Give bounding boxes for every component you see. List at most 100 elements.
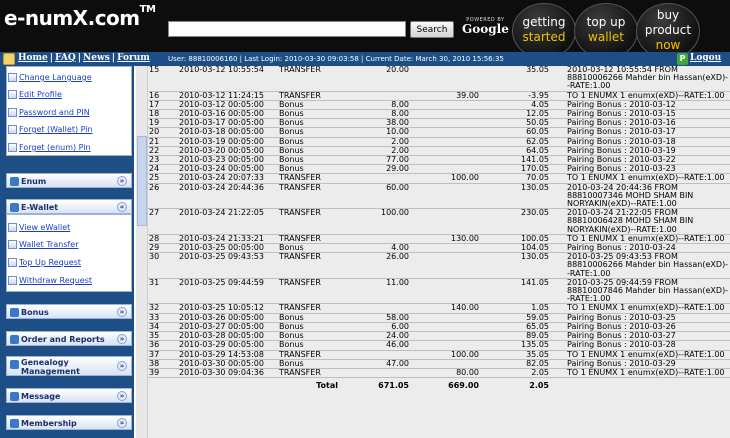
- ewallet-transactions-panel: 15 2010-03-12 10:55:54 TRANSFER 20.00 35.05 2…: [136, 66, 730, 438]
- row-debit: [348, 303, 410, 314]
- row-credit: [410, 155, 480, 166]
- row-number: 31: [148, 278, 178, 305]
- row-type: Bonus: [278, 137, 348, 147]
- buy-product-now-button[interactable]: buy product now: [636, 3, 700, 59]
- row-spacer: [550, 252, 566, 279]
- row-date: 2010-03-24 21:33:21: [178, 234, 278, 245]
- table-row: 35 2010-03-28 00:05:00 Bonus 24.00 89.05 Pair…: [148, 331, 730, 342]
- top-up-request-link[interactable]: Top Up Request: [8, 258, 82, 267]
- row-number: 27: [148, 208, 178, 235]
- row-date: 2010-03-24 00:05:00: [178, 164, 278, 175]
- chevron-down-icon[interactable]: »: [117, 307, 127, 317]
- chevron-up-icon[interactable]: «: [117, 202, 127, 212]
- row-debit: 38.00: [348, 118, 410, 129]
- row-debit: [348, 234, 410, 245]
- row-credit: [410, 208, 480, 235]
- row-balance: 4.05: [480, 100, 550, 111]
- wallet-transfer-link[interactable]: Wallet Transfer: [8, 240, 79, 249]
- site-logo[interactable]: e-numX.comTM: [4, 4, 156, 30]
- password-pin-link[interactable]: Password and PIN: [8, 108, 90, 117]
- row-debit: 24.00: [348, 331, 410, 342]
- nav-forum-link[interactable]: Forum: [117, 53, 150, 63]
- nav-faq-link[interactable]: FAQ: [55, 53, 76, 63]
- row-spacer: [550, 155, 566, 166]
- row-balance: 130.05: [480, 183, 550, 210]
- search-input[interactable]: [168, 21, 406, 37]
- row-date: 2010-03-18 00:05:00: [178, 127, 278, 138]
- row-type: Bonus: [278, 243, 348, 254]
- row-type: TRANSFER: [278, 350, 348, 360]
- row-number: 19: [148, 118, 178, 129]
- view-ewallet-link[interactable]: View eWallet: [8, 223, 70, 232]
- sidebar-section-genealogy[interactable]: Genealogy Management »: [6, 356, 132, 376]
- logout-icon[interactable]: P: [677, 53, 688, 65]
- row-credit: 39.00: [410, 91, 480, 101]
- row-description: 2010-03-25 09:43:53 FROM 88810006266 Mah…: [566, 252, 730, 279]
- google-badge: POWERED BY Google: [462, 17, 509, 35]
- section-title: Enum: [21, 177, 47, 186]
- row-spacer: [550, 164, 566, 175]
- sidebar-section-ewallet[interactable]: E-Wallet «: [6, 199, 132, 214]
- row-spacer: [550, 322, 566, 333]
- section-title: Message: [21, 392, 61, 401]
- row-date: 2010-03-30 09:04:36: [178, 368, 278, 379]
- table-row: 20 2010-03-18 00:05:00 Bonus 10.00 60.05 Pair…: [148, 127, 730, 138]
- row-spacer: [550, 109, 566, 120]
- row-balance: 135.05: [480, 340, 550, 351]
- row-type: Bonus: [278, 146, 348, 157]
- chevron-down-icon[interactable]: »: [117, 334, 127, 344]
- row-type: Bonus: [278, 313, 348, 323]
- edit-profile-link[interactable]: Edit Profile: [8, 90, 62, 99]
- row-spacer: [550, 91, 566, 101]
- row-credit: [410, 109, 480, 120]
- row-number: 20: [148, 127, 178, 138]
- row-credit: 100.00: [410, 173, 480, 184]
- top-up-wallet-button[interactable]: top up wallet: [574, 3, 638, 59]
- row-date: 2010-03-19 00:05:00: [178, 137, 278, 147]
- row-credit: [410, 183, 480, 210]
- row-credit: [410, 127, 480, 138]
- row-spacer: [550, 183, 566, 210]
- forget-wallet-pin-link[interactable]: Forget (Wallet) Pin: [8, 125, 93, 134]
- scrollbar-thumb[interactable]: [137, 136, 147, 226]
- sidebar-section-enum[interactable]: Enum »: [6, 173, 132, 188]
- nav-separator: |: [49, 53, 54, 63]
- row-balance: 130.05: [480, 252, 550, 279]
- total-spacer: [550, 377, 566, 392]
- row-credit: [410, 313, 480, 323]
- row-description: Pairing Bonus : 2010-03-27: [566, 331, 730, 342]
- row-balance: 104.05: [480, 243, 550, 254]
- link-label: Top Up Request: [19, 258, 82, 267]
- row-date: 2010-03-25 09:44:59: [178, 278, 278, 305]
- row-credit: [410, 340, 480, 351]
- nav-separator: |: [77, 53, 82, 63]
- sidebar-section-message[interactable]: Message »: [6, 388, 132, 403]
- row-spacer: [550, 359, 566, 369]
- chevron-down-icon[interactable]: »: [117, 176, 127, 186]
- change-language-link[interactable]: Change Language: [8, 73, 92, 82]
- sidebar-section-membership[interactable]: Membership »: [6, 415, 132, 430]
- row-debit: 26.00: [348, 252, 410, 279]
- row-spacer: [550, 100, 566, 111]
- sidebar-section-orders[interactable]: Order and Reports »: [6, 331, 132, 346]
- chevron-down-icon[interactable]: »: [117, 361, 127, 371]
- sidebar-section-bonus[interactable]: Bonus »: [6, 304, 132, 319]
- table-row: 16 2010-03-12 11:24:15 TRANSFER 39.00 -3.95 T…: [148, 91, 730, 101]
- logout-link[interactable]: Logou: [690, 53, 721, 63]
- chevron-down-icon[interactable]: »: [117, 391, 127, 401]
- getting-started-button[interactable]: getting started: [512, 3, 576, 59]
- table-row: 18 2010-03-16 00:05:00 Bonus 8.00 12.05 Pairi…: [148, 109, 730, 120]
- nav-news-link[interactable]: News: [83, 53, 110, 63]
- search-button[interactable]: Search: [410, 21, 454, 38]
- row-debit: 10.00: [348, 127, 410, 138]
- forget-enum-pin-link[interactable]: Forget (enum) Pin: [8, 143, 91, 152]
- link-icon: [8, 240, 17, 249]
- row-credit: [410, 278, 480, 305]
- withdraw-request-link[interactable]: Withdraw Request: [8, 276, 92, 285]
- chevron-down-icon[interactable]: »: [117, 418, 127, 428]
- link-icon: [8, 223, 17, 232]
- row-debit: 8.00: [348, 100, 410, 111]
- row-balance: 12.05: [480, 109, 550, 120]
- nav-home-link[interactable]: Home: [18, 53, 48, 63]
- vertical-scrollbar[interactable]: [136, 66, 148, 438]
